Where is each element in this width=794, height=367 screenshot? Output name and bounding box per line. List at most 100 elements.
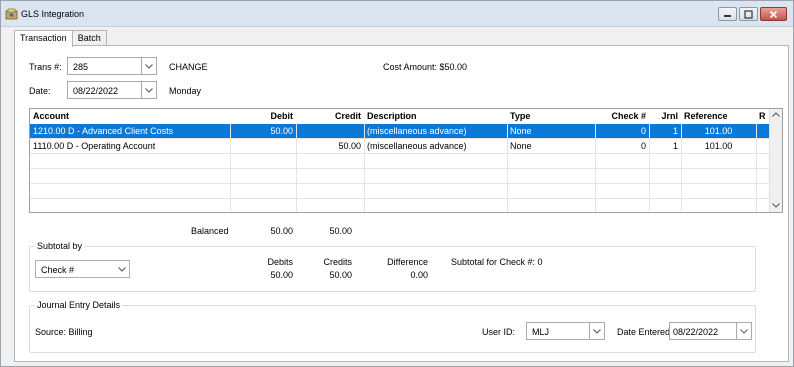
column-account[interactable]: Account: [30, 109, 230, 124]
trans-number-label: Trans #:: [29, 62, 62, 72]
date-dropdown[interactable]: [141, 82, 156, 98]
window-title: GLS Integration: [21, 9, 85, 19]
cell-credit: 50.00: [338, 141, 361, 151]
app-icon: [5, 8, 18, 20]
close-button[interactable]: [760, 7, 787, 21]
subtotal-check-label: Subtotal for Check #: 0: [451, 257, 543, 267]
cell-reference: 101.00: [704, 126, 733, 136]
journal-entry-grid[interactable]: Account Debit Credit Description Type Ch…: [29, 108, 783, 213]
credits-label: Credits: [323, 257, 352, 267]
column-r[interactable]: R: [756, 109, 770, 124]
subtotal-select[interactable]: Check #: [35, 260, 130, 278]
tab-batch[interactable]: Batch: [71, 30, 107, 46]
chevron-down-icon: [145, 63, 153, 69]
cell-description: (miscellaneous advance): [367, 141, 467, 151]
cell-jrnl: 1: [672, 141, 678, 151]
minimize-button[interactable]: [718, 7, 737, 21]
minimize-icon: [724, 14, 731, 17]
tab-transaction[interactable]: Transaction: [14, 30, 73, 47]
chevron-down-icon: [117, 266, 126, 272]
trans-number-combo[interactable]: 285: [67, 57, 157, 75]
column-credit[interactable]: Credit: [296, 109, 364, 124]
cell-type: None: [510, 126, 532, 136]
user-id-label: User ID:: [482, 327, 516, 337]
date-entered-value: 08/22/2022: [673, 327, 719, 337]
total-credit: 50.00: [329, 226, 352, 236]
table-row[interactable]: 1210.00 D - Advanced Client Costs 50.00 …: [30, 124, 770, 139]
subtotal-select-dropdown[interactable]: [114, 261, 129, 277]
grid-divider: [595, 124, 596, 212]
cell-r: [756, 139, 770, 154]
subtotal-group-title: Subtotal by: [35, 241, 85, 251]
empty-row[interactable]: [30, 184, 770, 199]
source-label: Source: Billing: [35, 327, 93, 337]
user-id-dropdown[interactable]: [589, 323, 604, 339]
trans-number-value: 285: [73, 62, 89, 72]
grid-scrollbar[interactable]: [769, 109, 782, 212]
cell-type: None: [510, 141, 532, 151]
app-window: GLS Integration Transaction Batch Trans …: [0, 0, 794, 367]
grid-divider: [681, 124, 682, 212]
user-id-combo[interactable]: MLJ: [526, 322, 605, 340]
empty-row[interactable]: [30, 199, 770, 212]
date-entered-dropdown[interactable]: [736, 323, 751, 339]
column-jrnl[interactable]: Jrnl: [649, 109, 681, 124]
total-debit: 50.00: [270, 226, 293, 236]
maximize-icon: [744, 9, 753, 19]
date-combo[interactable]: 08/22/2022: [67, 81, 157, 99]
date-entered-label: Date Entered:: [617, 327, 673, 337]
scrollbar-thumb[interactable]: [772, 122, 780, 196]
column-debit[interactable]: Debit: [230, 109, 296, 124]
chevron-down-icon[interactable]: [772, 203, 780, 208]
empty-row[interactable]: [30, 154, 770, 169]
debits-value: 50.00: [270, 270, 293, 280]
cell-debit: 50.00: [270, 126, 293, 136]
column-type[interactable]: Type: [507, 109, 595, 124]
grid-divider: [364, 124, 365, 212]
difference-label: Difference: [387, 257, 428, 267]
grid-divider: [756, 124, 757, 212]
cell-check: 0: [640, 141, 646, 151]
column-description[interactable]: Description: [364, 109, 507, 124]
cell-debit: [230, 139, 296, 154]
title-bar[interactable]: GLS Integration: [1, 1, 793, 27]
close-icon: [769, 10, 778, 18]
balanced-label: Balanced: [191, 226, 229, 236]
cell-credit: [296, 124, 364, 139]
chevron-down-icon: [593, 328, 601, 334]
chevron-down-icon: [145, 87, 153, 93]
cell-description: (miscellaneous advance): [367, 126, 467, 136]
cost-amount: Cost Amount: $50.00: [383, 62, 468, 72]
mode-label: CHANGE: [169, 62, 208, 72]
grid-divider: [230, 124, 231, 212]
difference-value: 0.00: [410, 270, 428, 280]
weekday-label: Monday: [169, 86, 202, 96]
user-id-value: MLJ: [532, 327, 550, 337]
column-reference[interactable]: Reference: [681, 109, 756, 124]
cell-check: 0: [640, 126, 646, 136]
date-value: 08/22/2022: [73, 86, 119, 96]
date-label: Date:: [29, 86, 51, 96]
subtotal-select-value: Check #: [41, 265, 75, 275]
tab-strip: Transaction Batch: [14, 30, 107, 47]
cell-r: [756, 124, 770, 139]
chevron-down-icon: [740, 328, 748, 334]
grid-divider: [296, 124, 297, 212]
column-check[interactable]: Check #: [595, 109, 649, 124]
chevron-up-icon[interactable]: [772, 112, 780, 117]
date-entered-combo[interactable]: 08/22/2022: [669, 322, 752, 340]
maximize-button[interactable]: [739, 7, 758, 21]
grid-header: Account Debit Credit Description Type Ch…: [30, 109, 770, 124]
credits-value: 50.00: [329, 270, 352, 280]
journal-details-title: Journal Entry Details: [35, 300, 123, 310]
window-controls: [718, 7, 787, 21]
debits-label: Debits: [267, 257, 293, 267]
table-row[interactable]: 1110.00 D - Operating Account 50.00 (mis…: [30, 139, 770, 154]
trans-number-dropdown[interactable]: [141, 58, 156, 74]
transaction-panel: Trans #: 285 CHANGE Cost Amount: $50.00 …: [14, 45, 789, 362]
grid-divider: [649, 124, 650, 212]
empty-row[interactable]: [30, 169, 770, 184]
grid-divider: [507, 124, 508, 212]
subtotal-group: [29, 246, 756, 292]
cell-account: 1110.00 D - Operating Account: [33, 141, 156, 151]
